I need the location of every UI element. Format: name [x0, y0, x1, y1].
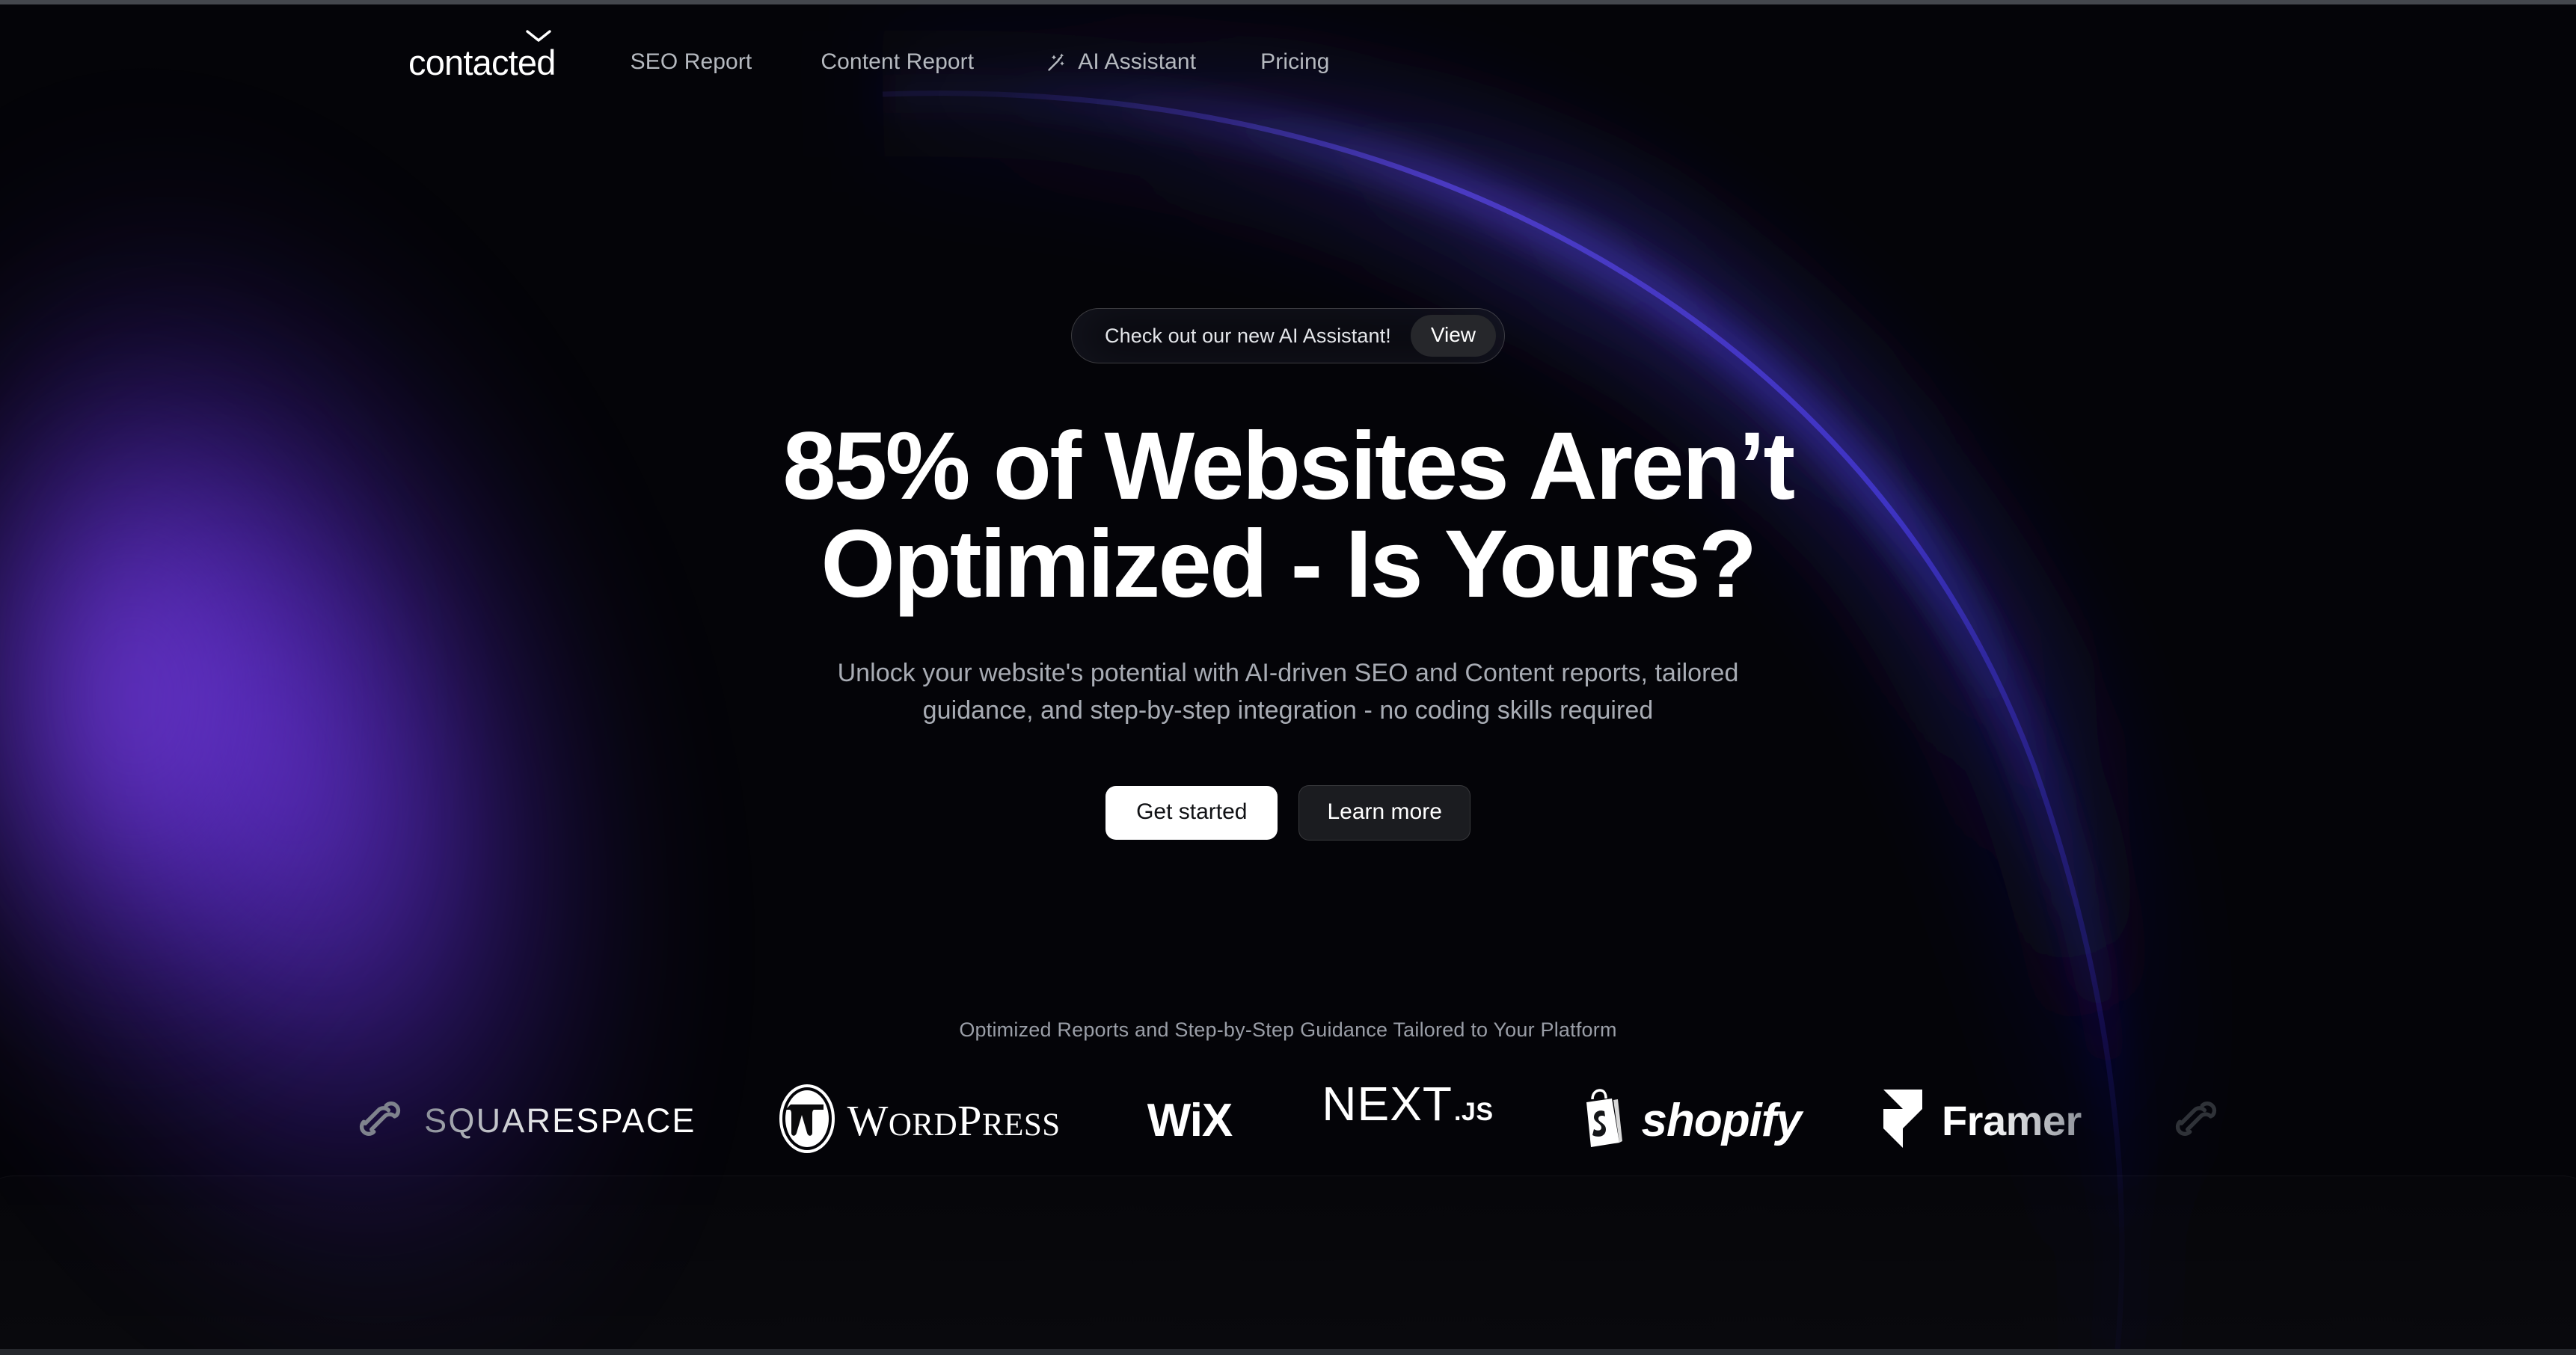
nav-link-list: SEO Report Content Report AI Assistant P… — [631, 49, 1330, 75]
browser-chrome-strip — [0, 0, 2576, 4]
nav-link-seo-report[interactable]: SEO Report — [631, 49, 752, 75]
platform-logo-row: SQUARESPACE WORDPRESS WiX NEXT .JS shopi… — [0, 1076, 2576, 1166]
platform-label: Framer — [1941, 1097, 2082, 1145]
shopify-bag-icon — [1576, 1089, 1628, 1152]
squarespace-icon — [355, 1094, 405, 1147]
nav-link-label: Pricing — [1260, 49, 1330, 74]
learn-more-button[interactable]: Learn more — [1298, 784, 1471, 841]
landing-page: contacted SEO Report Content Report AI A… — [0, 4, 2576, 1355]
platform-logo-squarespace-repeat[interactable] — [2171, 1076, 2221, 1166]
platform-label: SQUARESPACE — [424, 1101, 696, 1140]
platform-label: NEXT — [1322, 1076, 1453, 1131]
brand-logo[interactable]: contacted — [408, 29, 556, 82]
subhead-line-1: Unlock your website's potential with AI-… — [837, 659, 1739, 688]
headline-line-2: Optimized - Is Yours? — [821, 511, 1757, 618]
subhead-line-2: guidance, and step-by-step integration -… — [922, 696, 1654, 725]
page-title: 85% of Websites Aren’t Optimized - Is Yo… — [540, 413, 2036, 618]
wordpress-icon — [779, 1084, 835, 1158]
nav-link-pricing[interactable]: Pricing — [1260, 49, 1329, 75]
get-started-button[interactable]: Get started — [1105, 785, 1278, 840]
promo-view-button[interactable]: View — [1410, 315, 1496, 357]
platform-label: WiX — [1147, 1095, 1233, 1147]
nav-link-ai-assistant[interactable]: AI Assistant — [1046, 49, 1196, 75]
nav-link-label: AI Assistant — [1078, 49, 1197, 74]
promo-banner[interactable]: Check out our new AI Assistant! View — [1071, 308, 1505, 363]
cta-row: Get started Learn more — [1105, 784, 1471, 841]
platform-logo-shopify[interactable]: shopify — [1576, 1076, 1802, 1166]
squarespace-icon — [2171, 1094, 2221, 1147]
hero-section: Check out our new AI Assistant! View 85%… — [0, 4, 2576, 1355]
top-navigation: contacted SEO Report Content Report AI A… — [0, 29, 2576, 88]
browser-viewport: contacted SEO Report Content Report AI A… — [0, 0, 2576, 1355]
nav-link-label: Content Report — [821, 49, 975, 74]
platform-label: shopify — [1641, 1095, 1802, 1147]
platform-caption: Optimized Reports and Step-by-Step Guida… — [959, 1018, 1617, 1041]
page-subtitle: Unlock your website's potential with AI-… — [705, 655, 1871, 729]
nav-link-content-report[interactable]: Content Report — [821, 49, 974, 75]
magic-wand-sparkle-icon — [1046, 51, 1068, 73]
platform-logo-wordpress[interactable]: WORDPRESS — [779, 1076, 1061, 1166]
headline-line-1: 85% of Websites Aren’t — [782, 413, 1795, 520]
nav-link-label: SEO Report — [630, 49, 752, 74]
platform-label: WORDPRESS — [847, 1096, 1061, 1146]
platform-logo-squarespace[interactable]: SQUARESPACE — [355, 1076, 696, 1166]
promo-banner-text: Check out our new AI Assistant! — [1105, 324, 1391, 347]
framer-icon — [1883, 1090, 1922, 1152]
platform-label-suffix: .JS — [1453, 1097, 1494, 1126]
platform-logo-wix[interactable]: WiX — [1147, 1076, 1322, 1166]
platform-logo-framer[interactable]: Framer — [1883, 1076, 2082, 1166]
platform-logo-nextjs[interactable]: NEXT .JS — [1322, 1076, 1493, 1166]
chevron-down-accent-icon — [525, 29, 551, 42]
brand-logo-text: contacted — [408, 42, 556, 82]
